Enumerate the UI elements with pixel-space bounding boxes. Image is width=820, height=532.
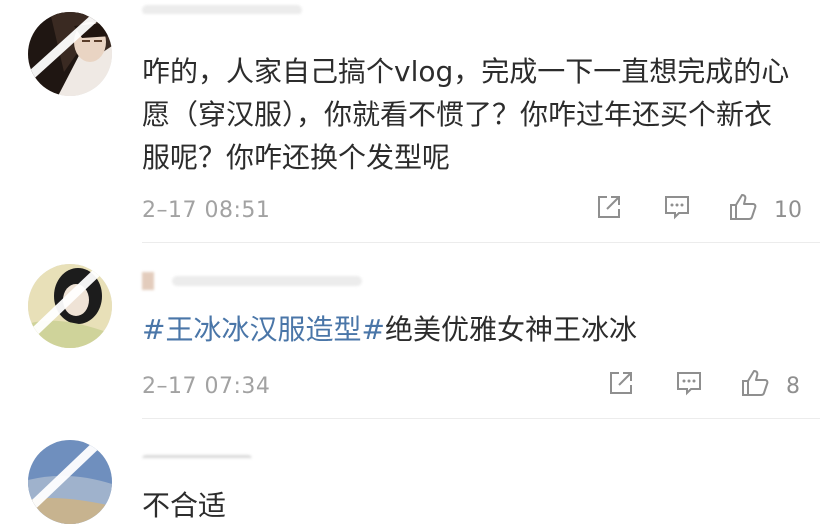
username[interactable]	[142, 0, 342, 14]
avatar[interactable]	[28, 440, 112, 524]
thumbs-up-icon	[742, 370, 769, 396]
like-button[interactable]	[728, 192, 762, 226]
like-count: 8	[786, 374, 800, 399]
timestamp: 2–17 08:51	[142, 198, 271, 223]
share-button[interactable]	[594, 192, 628, 226]
comment-meta: 2–17 07:34 8	[142, 368, 800, 404]
username-redacted	[142, 272, 154, 290]
share-icon	[598, 196, 620, 218]
username[interactable]	[142, 268, 382, 294]
username-redacted	[142, 5, 302, 14]
comment-icon	[665, 196, 689, 220]
share-icon	[610, 372, 632, 394]
timestamp: 2–17 07:34	[142, 374, 271, 399]
comment-item: 咋的，人家自己搞个vlog，完成一下一直想完成的心愿（穿汉服），你就看不惯了？你…	[0, 0, 820, 252]
comment-button[interactable]	[662, 192, 696, 226]
avatar[interactable]	[28, 264, 112, 348]
comment-button[interactable]	[674, 368, 708, 402]
like-button[interactable]	[740, 368, 774, 402]
comment-text: 不合适	[142, 489, 227, 522]
comment-item: 不合适	[0, 430, 820, 532]
username[interactable]	[142, 444, 262, 458]
username-redacted	[172, 276, 362, 286]
hashtag-link[interactable]: #王冰冰汉服造型#	[142, 313, 385, 346]
comment-list: 咋的，人家自己搞个vlog，完成一下一直想完成的心愿（穿汉服），你就看不惯了？你…	[0, 0, 820, 532]
share-button[interactable]	[606, 368, 640, 402]
comment-text: 咋的，人家自己搞个vlog，完成一下一直想完成的心愿（穿汉服），你就看不惯了？你…	[142, 55, 790, 174]
divider	[142, 418, 820, 419]
comment-meta: 2–17 08:51 10	[142, 192, 802, 228]
comment-text: #王冰冰汉服造型#绝美优雅女神王冰冰	[142, 308, 792, 351]
avatar-image	[28, 264, 112, 348]
comment-icon	[677, 372, 701, 396]
avatar[interactable]	[28, 12, 112, 96]
username-redacted	[142, 455, 252, 458]
avatar-image	[28, 12, 112, 96]
thumbs-up-icon	[730, 194, 757, 220]
like-count: 10	[774, 198, 802, 223]
comment-item: #王冰冰汉服造型#绝美优雅女神王冰冰 2–17 07:34 8	[0, 252, 820, 430]
comment-text-rest: 绝美优雅女神王冰冰	[384, 313, 637, 346]
divider	[142, 242, 820, 243]
avatar-image	[28, 440, 112, 524]
